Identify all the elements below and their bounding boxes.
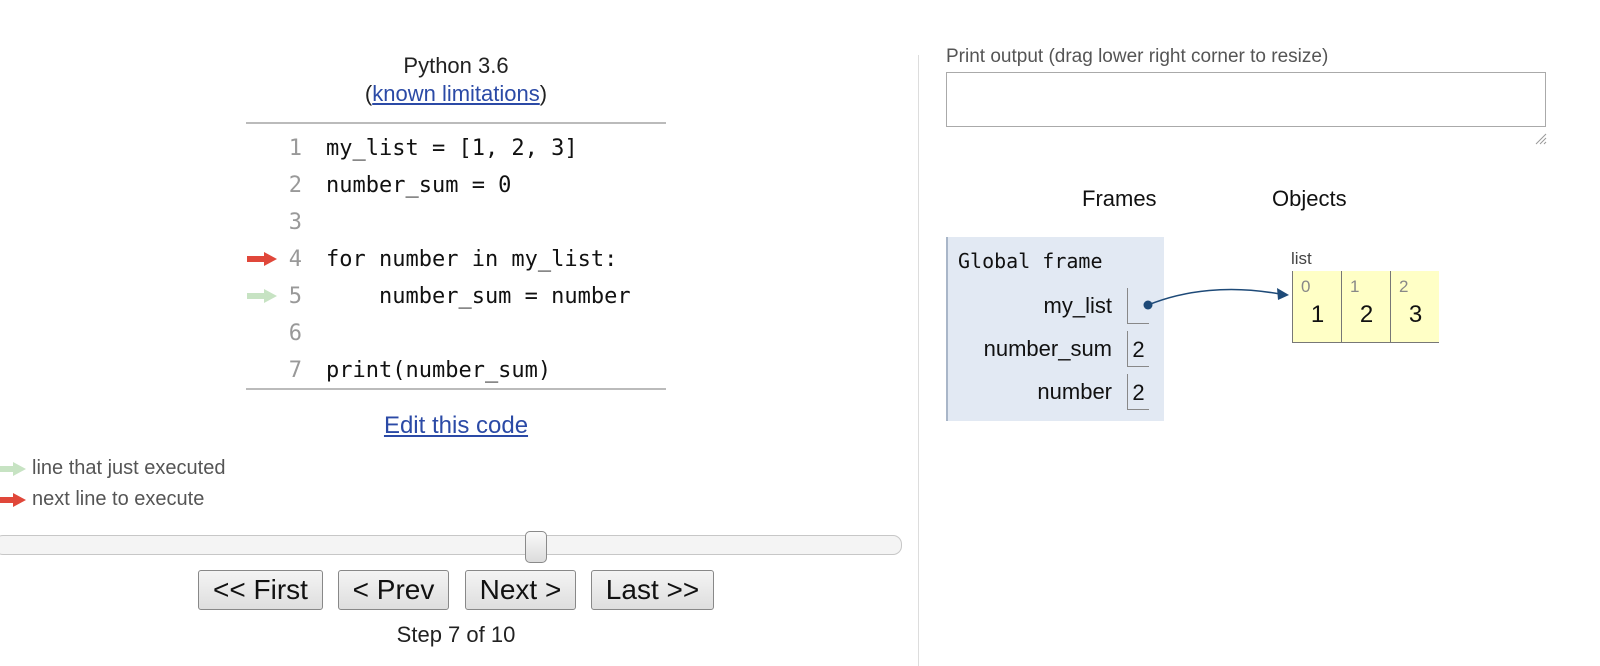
list-index: 0: [1301, 277, 1311, 296]
list-cell: 2 3: [1390, 271, 1439, 343]
list-cell: 1 2: [1341, 271, 1390, 343]
list-cell: 0 1: [1292, 271, 1341, 343]
list-index: 1: [1350, 277, 1360, 296]
list-value: 1: [1310, 301, 1325, 328]
list-value: 2: [1359, 301, 1374, 328]
pointer-arrowhead-icon: [1277, 288, 1289, 300]
object-type-label: list: [1291, 249, 1312, 268]
list-index: 2: [1399, 277, 1409, 296]
pointer-line: [1147, 288, 1281, 306]
list-value: 3: [1408, 301, 1423, 328]
